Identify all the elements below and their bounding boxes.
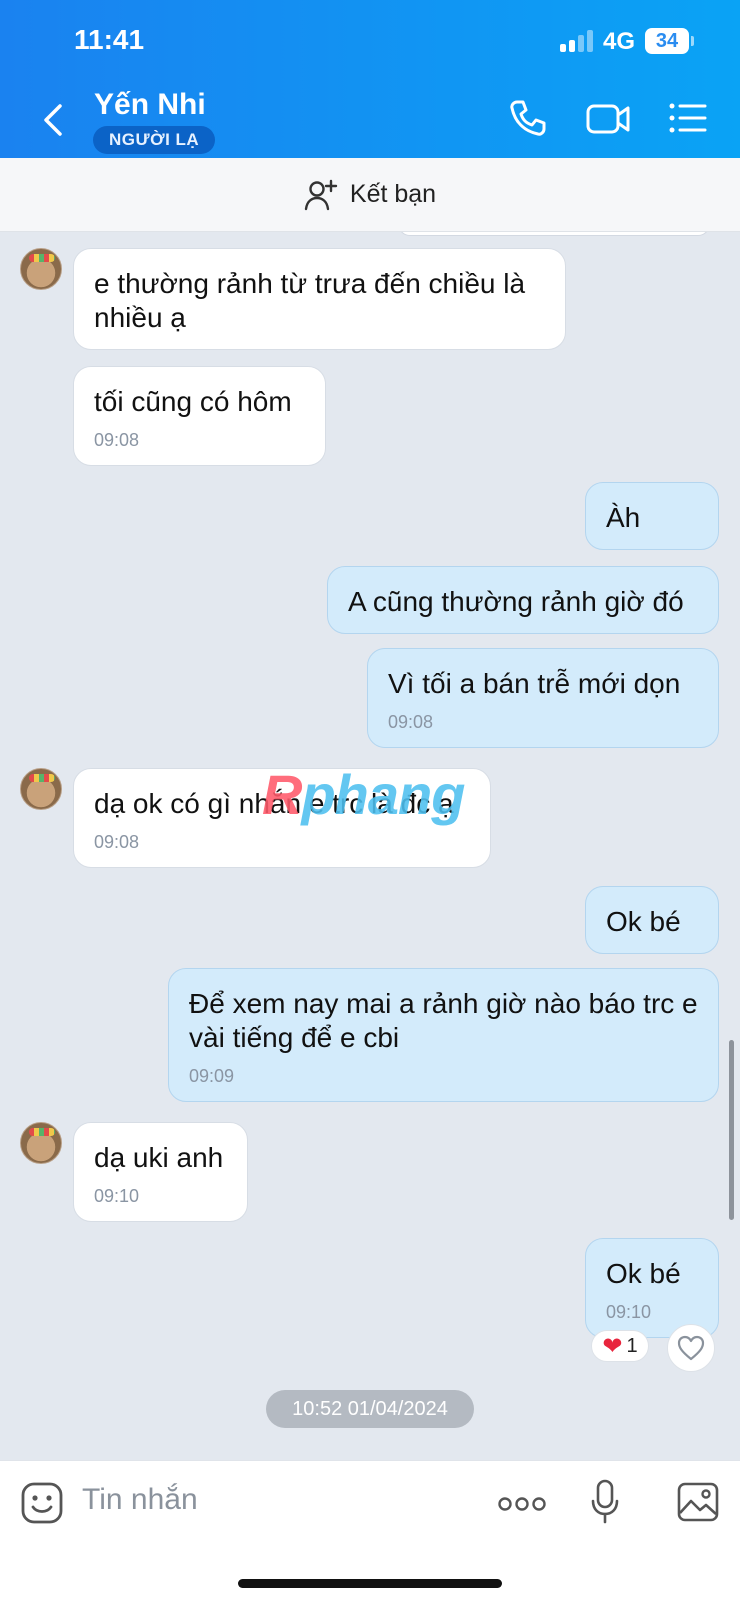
watermark-first-letter: R [262, 763, 302, 826]
add-friend-button[interactable]: Kết bạn [0, 158, 740, 232]
microphone-icon [591, 1479, 619, 1524]
message-text: Ok bé [606, 906, 681, 937]
more-button[interactable] [498, 1495, 546, 1518]
previous-message-edge [398, 232, 710, 236]
heart-icon [677, 1335, 705, 1361]
message-list[interactable]: e thường rảnh từ trưa đến chiều là nhiều… [0, 232, 740, 1460]
message-bubble-outgoing[interactable]: Để xem nay mai a rảnh giờ nào báo trc e … [168, 968, 719, 1102]
date-separator: 10:52 01/04/2024 [266, 1390, 474, 1428]
network-type: 4G [603, 28, 636, 55]
image-button[interactable] [676, 1481, 720, 1528]
reaction-badge[interactable]: ❤ 1 [591, 1330, 649, 1362]
message-bubble-incoming[interactable]: e thường rảnh từ trưa đến chiều là nhiều… [73, 248, 566, 350]
message-composer: Tin nhắn [0, 1460, 740, 1600]
watermark-rest: phang [301, 763, 465, 826]
phone-icon [510, 100, 546, 136]
chat-header: 11:41 4G 34 Yến Nhi NGƯỜI LẠ [0, 0, 740, 158]
avatar[interactable] [20, 1122, 62, 1164]
phone-call-button[interactable] [508, 98, 548, 143]
message-text: dạ uki anh [94, 1142, 224, 1173]
contact-name[interactable]: Yến Nhi [94, 88, 206, 122]
message-time: 09:09 [189, 1066, 235, 1086]
video-call-button[interactable] [585, 98, 631, 143]
message-time: 09:10 [606, 1302, 652, 1322]
add-friend-icon [304, 179, 338, 210]
message-time: 09:10 [94, 1186, 140, 1206]
message-text: e thường rảnh từ trưa đến chiều là nhiều… [94, 268, 526, 333]
chat-menu-button[interactable] [668, 98, 708, 143]
voice-button[interactable] [590, 1479, 620, 1530]
heart-reaction-icon: ❤ [602, 1332, 623, 1360]
message-text: Ok bé [606, 1258, 681, 1289]
react-button[interactable] [667, 1324, 715, 1372]
home-indicator [238, 1579, 502, 1588]
reaction-count: 1 [626, 1334, 638, 1357]
status-time: 11:41 [74, 24, 145, 55]
more-icon [498, 1497, 546, 1511]
message-text: Để xem nay mai a rảnh giờ nào báo trc e … [189, 988, 698, 1053]
message-bubble-outgoing[interactable]: Àh [585, 482, 719, 550]
emoji-icon [21, 1482, 63, 1524]
image-icon [677, 1482, 719, 1522]
avatar[interactable] [20, 768, 62, 810]
message-bubble-outgoing[interactable]: Ok bé [585, 886, 719, 954]
back-button[interactable] [34, 96, 74, 144]
message-bubble-outgoing[interactable]: A cũng thường rảnh giờ đó [327, 566, 719, 634]
message-text: Vì tối a bán trễ mới dọn [388, 668, 681, 699]
scrollbar[interactable] [729, 1040, 734, 1220]
message-time: 09:08 [94, 430, 140, 450]
add-friend-label: Kết bạn [349, 180, 437, 208]
message-bubble-incoming[interactable]: dạ uki anh 09:10 [73, 1122, 248, 1222]
menu-icon [669, 103, 707, 133]
message-text: A cũng thường rảnh giờ đó [348, 586, 684, 617]
message-bubble-outgoing[interactable]: Ok bé 09:10 [585, 1238, 719, 1338]
video-call-icon [586, 104, 630, 134]
emoji-button[interactable] [20, 1481, 64, 1530]
battery-icon: 34 [645, 28, 694, 54]
avatar[interactable] [20, 248, 62, 290]
watermark-logo: Rphang [262, 762, 465, 827]
message-time: 09:08 [94, 832, 140, 852]
back-icon [44, 104, 62, 136]
signal-icon [560, 30, 596, 52]
message-time: 09:08 [388, 712, 434, 732]
message-text: Àh [606, 502, 641, 533]
message-text: tối cũng có hôm [94, 386, 292, 417]
message-bubble-outgoing[interactable]: Vì tối a bán trễ mới dọn 09:08 [367, 648, 719, 748]
stranger-badge: NGƯỜI LẠ [93, 126, 216, 154]
message-bubble-incoming[interactable]: tối cũng có hôm 09:08 [73, 366, 326, 466]
message-input[interactable]: Tin nhắn [82, 1483, 198, 1517]
